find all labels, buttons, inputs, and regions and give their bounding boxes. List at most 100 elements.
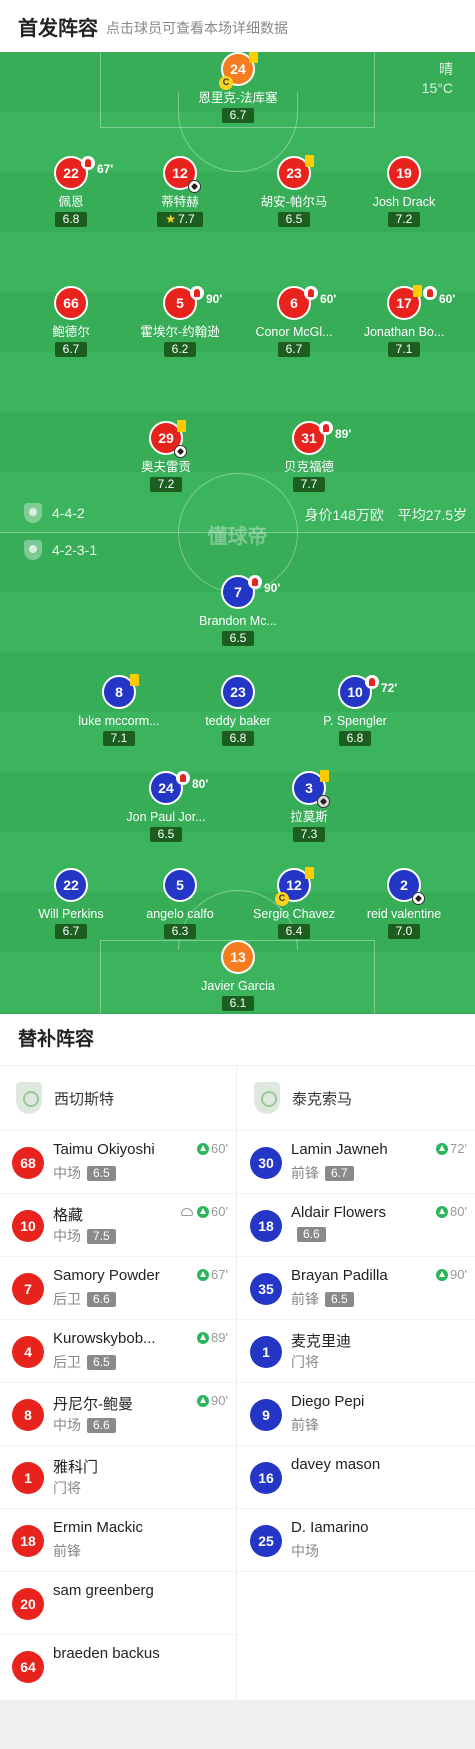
- sub-player-position: 中场 7.5: [53, 1226, 116, 1246]
- player-home-17[interactable]: 17 60' Jonathan Bo... 7.1: [349, 285, 459, 358]
- sub-player-row[interactable]: 18 Aldair Flowers 6.6 80': [238, 1194, 475, 1257]
- sub-in-icon: [436, 1268, 449, 1281]
- player-away-3[interactable]: 3 拉莫斯 7.3: [254, 770, 364, 843]
- sub-in-info: 60': [197, 1141, 228, 1156]
- player-home-29[interactable]: 29 奥夫雷贡 7.2: [111, 420, 221, 493]
- player-number-badge: 5: [163, 868, 197, 902]
- player-rating: 6.7: [54, 924, 88, 939]
- sub-in-info: 90': [197, 1393, 228, 1408]
- sub-player-row[interactable]: 30 Lamin Jawneh 前锋 6.7 72': [238, 1131, 475, 1194]
- player-home-22[interactable]: 22 67' 佩恩 6.8: [16, 156, 126, 228]
- player-away-13[interactable]: 13 Javier Garcia 6.1: [183, 940, 293, 1012]
- sub-player-name: 丹尼尔-鲍曼: [53, 1396, 133, 1413]
- sub-player-row[interactable]: 16 davey mason: [238, 1446, 475, 1509]
- sub-player-row[interactable]: 35 Brayan Padilla 前锋 6.5 90': [238, 1257, 475, 1320]
- player-name: Conor McGl...: [255, 325, 333, 339]
- player-name: 奥夫雷贡: [140, 460, 191, 474]
- team-avg-age: 平均27.5岁: [397, 507, 467, 523]
- player-number-badge: 23: [277, 155, 314, 190]
- page-footer: [0, 1700, 475, 1749]
- sub-player-row[interactable]: 8 丹尼尔-鲍曼 中场 6.6 90': [0, 1383, 236, 1446]
- sub-player-name: braeden backus: [53, 1645, 160, 1662]
- player-home-6[interactable]: 6 60' Conor McGl... 6.7: [239, 286, 349, 358]
- away-team-shield-icon: [254, 1082, 280, 1114]
- sub-player-rating: 6.5: [87, 1355, 116, 1370]
- sub-player-row[interactable]: 9 Diego Pepi 前锋: [238, 1383, 475, 1446]
- player-name: Jon Paul Jor...: [126, 810, 206, 824]
- player-home-23[interactable]: 23 胡安-帕尔马 6.5: [239, 155, 349, 228]
- sub-player-row[interactable]: 7 Samory Powder 后卫 6.6 67': [0, 1257, 236, 1320]
- player-away-8[interactable]: 8 luke mccorm... 7.1: [64, 674, 174, 747]
- player-rating: 6.5: [277, 212, 311, 227]
- player-away-2[interactable]: 2 reid valentine 7.0: [349, 868, 459, 940]
- sub-player-position: 后卫 6.6: [53, 1289, 116, 1309]
- player-away-12[interactable]: 12 C Sergio Chavez 6.4: [239, 867, 349, 940]
- player-name: Josh Drack: [372, 195, 436, 209]
- sub-player-row[interactable]: 20 sam greenberg: [0, 1572, 236, 1635]
- sub-player-row[interactable]: 64 braeden backus: [0, 1635, 236, 1698]
- sub-player-number: 25: [250, 1525, 282, 1557]
- yellow-card-icon: [177, 420, 186, 432]
- goal-ball-icon: [412, 892, 425, 905]
- sub-off-icon: [176, 771, 190, 785]
- yellow-card-icon: [305, 867, 314, 879]
- sub-player-row[interactable]: 18 Ermin Mackic 前锋: [0, 1509, 236, 1572]
- sub-player-row[interactable]: 68 Taimu Okiyoshi 中场 6.5 60': [0, 1131, 236, 1194]
- player-number-badge: 2: [387, 868, 425, 905]
- sub-player-name: 麦克里迪: [291, 1333, 352, 1350]
- sub-player-row[interactable]: 10 格藏 中场 7.5 60': [0, 1194, 236, 1257]
- sub-player-name: 格藏: [53, 1207, 84, 1224]
- sub-player-number: 1: [250, 1336, 282, 1368]
- player-away-24[interactable]: 24 80' Jon Paul Jor... 6.5: [111, 771, 221, 843]
- player-name: 贝克福德: [283, 460, 334, 474]
- home-team-name: 西切斯特: [54, 1090, 115, 1108]
- yellow-card-icon: [320, 770, 329, 782]
- sub-off-icon: [423, 286, 437, 300]
- player-home-19[interactable]: 19 Josh Drack 7.2: [349, 156, 459, 228]
- sub-off-icon: [81, 156, 95, 170]
- player-away-5[interactable]: 5 angelo calfo 6.3: [125, 868, 235, 940]
- player-home-5[interactable]: 5 90' 霍埃尔-约翰逊 6.2: [125, 286, 235, 358]
- player-name: luke mccorm...: [78, 714, 160, 728]
- goal-ball-icon: [174, 445, 187, 458]
- yellow-card-icon: [249, 52, 258, 63]
- player-number-badge: 22: [54, 868, 88, 902]
- away-formation-label: 4-2-3-1: [52, 542, 98, 558]
- sub-player-rating: 6.7: [325, 1166, 354, 1181]
- player-number-badge: 6 60': [277, 286, 336, 320]
- sub-off-icon: [190, 286, 204, 300]
- sub-off-icon: [319, 421, 333, 435]
- player-rating: 7.2: [149, 477, 183, 492]
- sub-in-icon: [197, 1142, 210, 1155]
- substitutes-title: 替补阵容: [0, 1014, 475, 1066]
- pitch-stripe: [0, 232, 475, 292]
- player-name: 鲍德尔: [52, 325, 90, 339]
- player-home-12[interactable]: 12 蒂特赫 7.7: [125, 156, 235, 228]
- player-home-31[interactable]: 31 89' 贝克福德 7.7: [254, 421, 364, 493]
- sub-player-number: 10: [12, 1210, 44, 1242]
- sub-in-icon: [197, 1394, 210, 1407]
- player-name: Jonathan Bo...: [363, 325, 445, 339]
- sub-off-time: 90': [206, 292, 223, 306]
- sub-off-time: 80': [192, 777, 209, 791]
- player-away-10[interactable]: 10 72' P. Spengler 6.8: [300, 675, 410, 747]
- sub-player-row[interactable]: 1 麦克里迪 门将: [238, 1320, 475, 1383]
- sub-in-info: 80': [436, 1204, 467, 1219]
- sub-player-position: 中场 6.5: [53, 1163, 116, 1183]
- player-home-24[interactable]: 24 C 恩里克-法库塞 6.7: [183, 52, 293, 124]
- player-away-22[interactable]: 22 Will Perkins 6.7: [16, 868, 126, 940]
- player-away-7[interactable]: 7 90' Brandon Mc... 6.5: [183, 575, 293, 647]
- player-name: Javier Garcia: [201, 979, 275, 993]
- sub-player-position: 中场: [291, 1543, 319, 1559]
- sub-off-icon: [248, 575, 262, 589]
- sub-off-time: 60': [320, 292, 337, 306]
- player-name: Brandon Mc...: [199, 614, 277, 628]
- sub-player-row[interactable]: 4 Kurowskybob... 后卫 6.5 89': [0, 1320, 236, 1383]
- sub-player-row[interactable]: 1 雅科门 门将: [0, 1446, 236, 1509]
- player-away-23[interactable]: 23 teddy baker 6.8: [183, 675, 293, 747]
- player-home-66[interactable]: 66 鲍德尔 6.7: [16, 286, 126, 358]
- sub-player-row[interactable]: 25 D. Iamarino 中场: [238, 1509, 475, 1572]
- player-name: Sergio Chavez: [253, 907, 335, 921]
- sub-player-name: Ermin Mackic: [53, 1519, 144, 1536]
- sub-player-position: 前锋 6.7: [291, 1163, 354, 1183]
